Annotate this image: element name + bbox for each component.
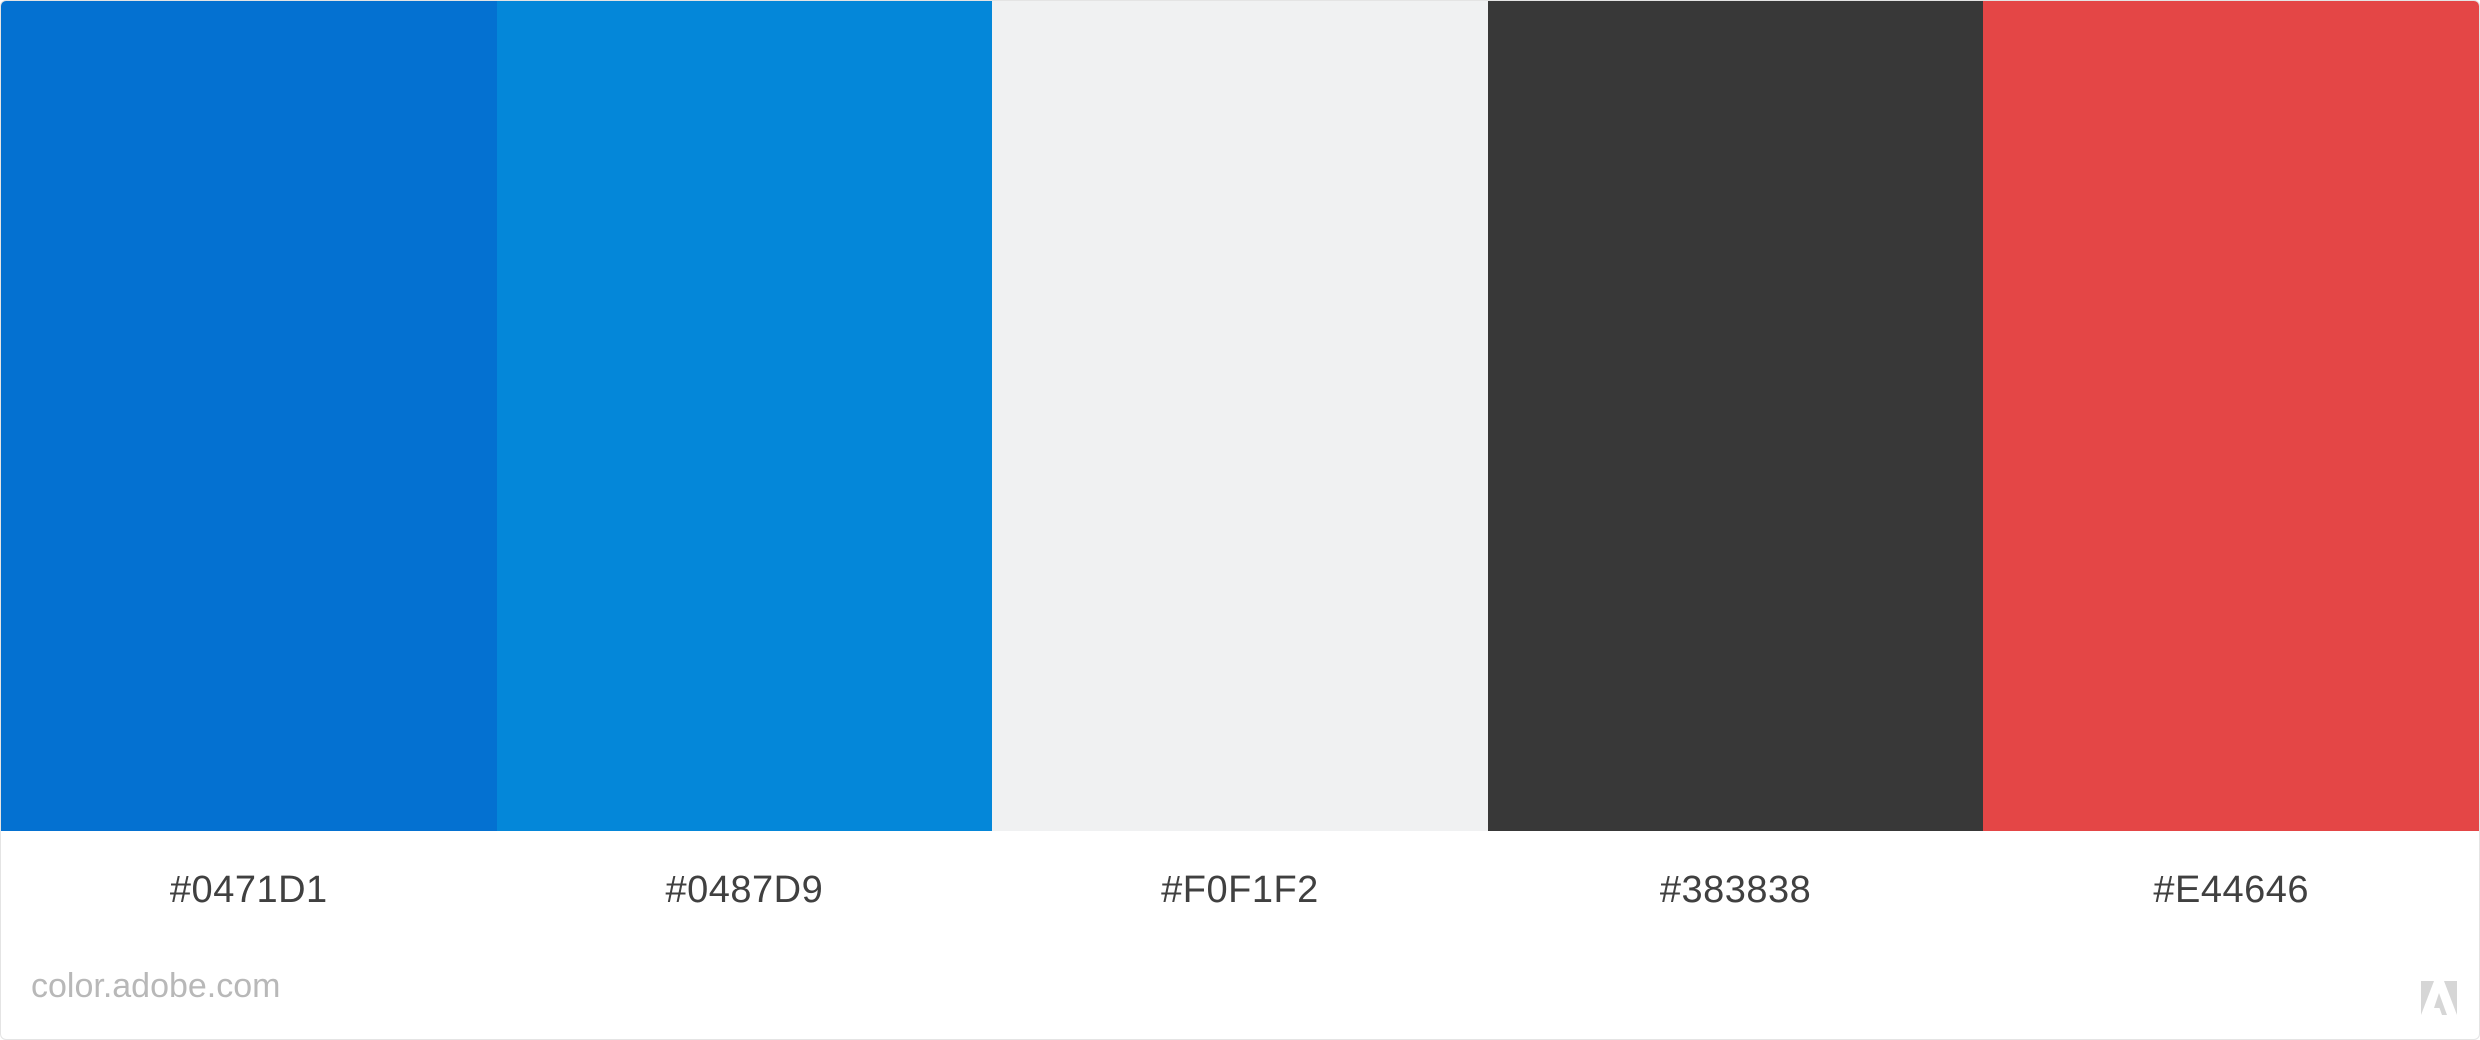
swatch-2[interactable] [496,1,993,831]
hex-code-3: #F0F1F2 [1161,869,1319,911]
hex-code-4: #383838 [1659,869,1812,911]
hex-code-2: #0487D9 [665,869,824,911]
swatch-5[interactable] [1983,1,2479,831]
palette-card: #0471D1 #0487D9 #F0F1F2 #383838 #E44646 … [0,0,2480,1040]
swatch-4[interactable] [1487,1,1984,831]
swatch-row [1,1,2479,831]
hex-code-5: #E44646 [2153,869,2309,911]
site-url-text: color.adobe.com [31,967,281,1005]
adobe-logo-icon [2421,981,2457,1015]
hex-code-row: #0471D1 #0487D9 #F0F1F2 #383838 #E44646 [1,831,2479,951]
swatch-3[interactable] [992,1,1488,831]
hex-code-1: #0471D1 [169,869,328,911]
swatch-1[interactable] [1,1,497,831]
